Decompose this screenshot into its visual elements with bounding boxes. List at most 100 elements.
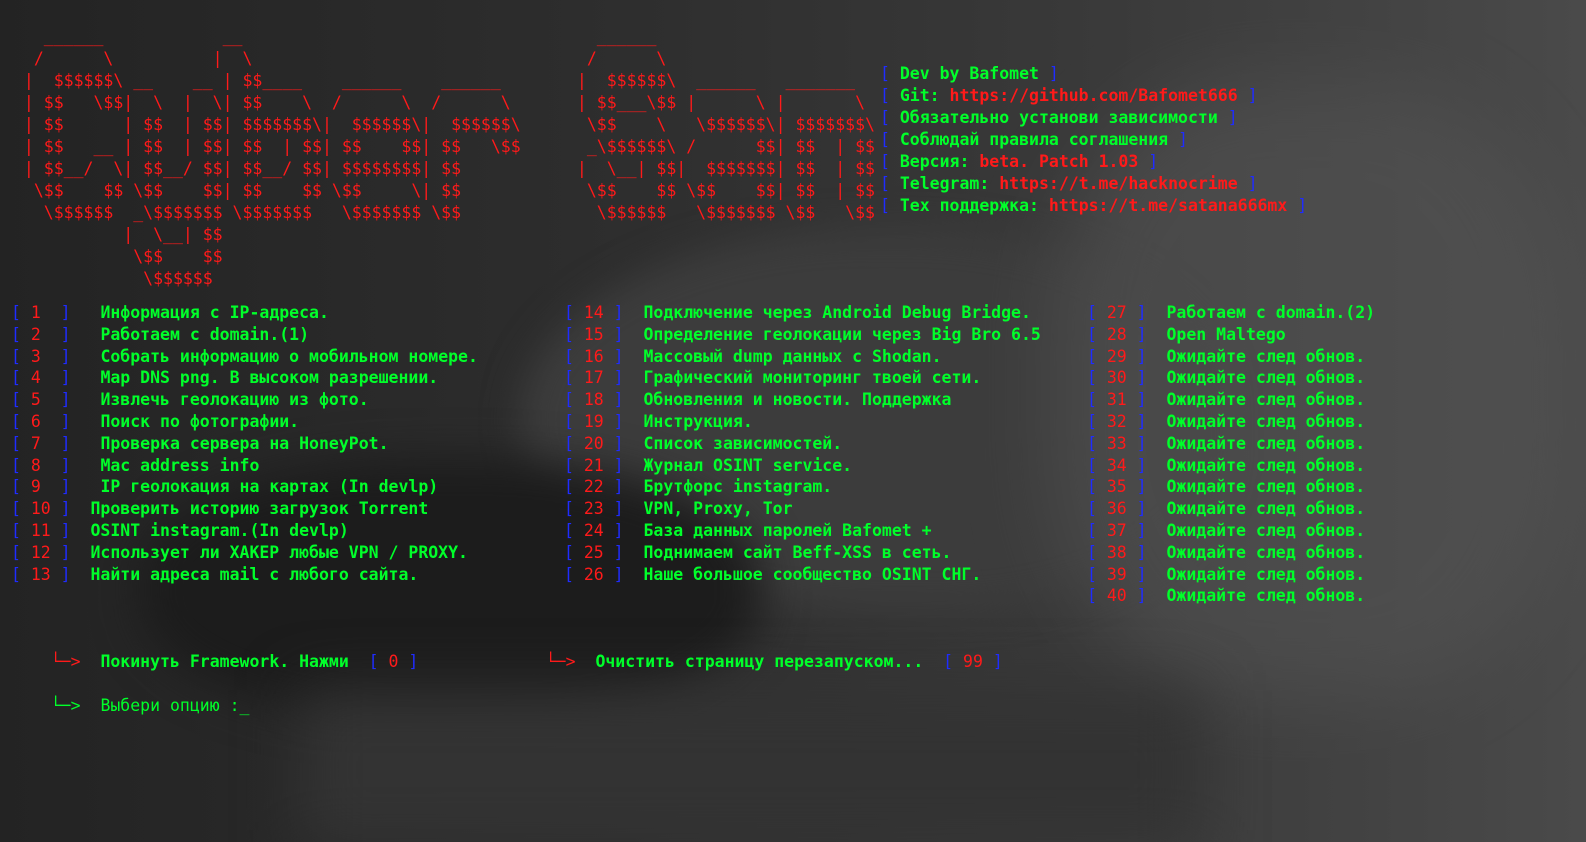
menu-option-1[interactable]: [ 1 ] Информация с IP-адреса. — [11, 302, 478, 324]
menu-option-label: Инструкция. — [643, 411, 753, 431]
menu-option-label: Ожидайте след обнов. — [1166, 368, 1366, 388]
menu-option-5[interactable]: [ 5 ] Извлечь геолокацию из фото. — [11, 389, 478, 411]
menu-option-label: Информация с IP-адреса. — [100, 303, 329, 322]
menu-option-label: OSINT instagram.(In devlp) — [90, 520, 349, 540]
info-support: [ Тех поддержка: https://t.me/satana666m… — [880, 196, 1308, 215]
info-telegram: [ Telegram: https://t.me/hacknocrime ] — [880, 174, 1258, 193]
menu-option-number: 32 — [1106, 411, 1127, 431]
menu-option-30[interactable]: [ 30 ] Ожидайте след обнов. — [1087, 367, 1375, 389]
menu-option-label: Извлечь геолокацию из фото. — [100, 390, 369, 410]
menu-option-number: 4 — [30, 368, 41, 388]
menu-option-label: Обновления и новости. Поддержка — [643, 390, 952, 410]
menu-option-label: Ожидайте след обнов. — [1166, 477, 1366, 497]
menu-option-12[interactable]: [ 12 ] Использует ли ХАКЕР любые VPN / P… — [11, 542, 478, 564]
menu-option-4[interactable]: [ 4 ] Map DNS png. В высоком разрешении. — [11, 367, 478, 389]
menu-option-number: 21 — [583, 455, 604, 475]
menu-option-39[interactable]: [ 39 ] Ожидайте след обнов. — [1087, 564, 1375, 586]
menu-option-36[interactable]: [ 36 ] Ожидайте след обнов. — [1087, 498, 1375, 520]
menu-option-number: 38 — [1106, 542, 1127, 562]
ascii-logo-left: ______ __ / \ | \ | $$$$$$\ __ __ | $$__… — [23, 27, 521, 288]
menu-option-2[interactable]: [ 2 ] Работаем с domain.(1) — [11, 324, 478, 346]
menu-option-19[interactable]: [ 19 ] Инструкция. — [564, 411, 1041, 433]
menu-option-number: 15 — [583, 324, 604, 344]
menu-option-26[interactable]: [ 26 ] Наше большое сообщество OSINT СНГ… — [564, 564, 1041, 586]
menu-option-label: Найти адреса mail с любого сайта. — [90, 564, 419, 584]
terminal-window: ______ __ / \ | \ | $$$$$$\ __ __ | $$__… — [0, 0, 1586, 842]
menu-option-34[interactable]: [ 34 ] Ожидайте след обнов. — [1087, 455, 1375, 477]
menu-option-label: Ожидайте след обнов. — [1166, 411, 1366, 431]
menu-option-number: 20 — [583, 433, 604, 453]
menu-option-number: 25 — [583, 542, 604, 562]
menu-option-number: 16 — [583, 346, 604, 366]
info-git: [ Git: https://github.com/Bafomet666 ] — [880, 86, 1258, 105]
menu-option-24[interactable]: [ 24 ] База данных паролей Bafomet + — [564, 520, 1041, 542]
menu-option-label: Ожидайте след обнов. — [1166, 586, 1366, 606]
menu-option-label: VPN, Proxy, Tor — [643, 499, 793, 519]
menu-column-3: [ 27 ] Работаем с domain.(2)[ 28 ] Open … — [1087, 302, 1375, 607]
menu-option-32[interactable]: [ 32 ] Ожидайте след обнов. — [1087, 411, 1375, 433]
info-deps: [ Обязательно установи зависимости ] — [880, 108, 1238, 127]
menu-option-number: 28 — [1106, 324, 1127, 344]
menu-option-number: 13 — [30, 564, 51, 584]
menu-option-22[interactable]: [ 22 ] Брутфорс instagram. — [564, 476, 1041, 498]
menu-option-21[interactable]: [ 21 ] Журнал OSINT service. — [564, 455, 1041, 477]
git-link[interactable]: https://github.com/Bafomet666 — [950, 86, 1238, 105]
clear-option-99[interactable]: 99 — [963, 652, 983, 671]
menu-option-number: 17 — [583, 368, 604, 388]
menu-option-15[interactable]: [ 15 ] Определение геолокации через Big … — [564, 324, 1041, 346]
input-prompt[interactable]: └─> Выбери опцию :_ — [11, 673, 250, 739]
menu-option-9[interactable]: [ 9 ] IP геолокация на картах (In devlp) — [11, 476, 478, 498]
info-rules: [ Соблюдай правила соглашения ] — [880, 130, 1188, 149]
menu-option-label: Наше большое сообщество OSINT СНГ. — [643, 564, 982, 584]
menu-option-number: 34 — [1106, 455, 1127, 475]
menu-option-7[interactable]: [ 7 ] Проверка сервера на HoneyPot. — [11, 433, 478, 455]
menu-option-label: Ожидайте след обнов. — [1166, 542, 1366, 562]
menu-option-label: Массовый dump данных с Shodan. — [643, 346, 942, 366]
text-cursor: _ — [239, 696, 250, 715]
menu-option-28[interactable]: [ 28 ] Open Maltego — [1087, 324, 1375, 346]
menu-option-label: Работаем с domain.(1) — [100, 324, 310, 344]
menu-option-label: Ожидайте след обнов. — [1166, 520, 1366, 540]
menu-option-number: 8 — [30, 455, 41, 475]
menu-option-13[interactable]: [ 13 ] Найти адреса mail с любого сайта. — [11, 564, 478, 586]
menu-option-16[interactable]: [ 16 ] Массовый dump данных с Shodan. — [564, 346, 1041, 368]
menu-option-18[interactable]: [ 18 ] Обновления и новости. Поддержка — [564, 389, 1041, 411]
menu-option-17[interactable]: [ 17 ] Графический мониторинг твоей сети… — [564, 367, 1041, 389]
menu-option-8[interactable]: [ 8 ] Mac address info — [11, 455, 478, 477]
ascii-logo-right: ______ / \ | $$$$$$\ ______ _______ | $$… — [576, 27, 875, 222]
menu-option-label: Брутфорс instagram. — [643, 477, 833, 497]
menu-option-14[interactable]: [ 14 ] Подключение через Android Debug B… — [564, 302, 1041, 324]
menu-option-label: Ожидайте след обнов. — [1166, 455, 1366, 475]
menu-option-6[interactable]: [ 6 ] Поиск по фотографии. — [11, 411, 478, 433]
menu-option-40[interactable]: [ 40 ] Ожидайте след обнов. — [1087, 585, 1375, 607]
menu-option-38[interactable]: [ 38 ] Ожидайте след обнов. — [1087, 542, 1375, 564]
menu-option-25[interactable]: [ 25 ] Поднимаем сайт Beff-XSS в сеть. — [564, 542, 1041, 564]
menu-option-label: Собрать информацию о мобильном номере. — [100, 346, 478, 366]
menu-option-label: IP геолокация на картах (In devlp) — [100, 477, 439, 497]
menu-option-33[interactable]: [ 33 ] Ожидайте след обнов. — [1087, 433, 1375, 455]
menu-option-31[interactable]: [ 31 ] Ожидайте след обнов. — [1087, 389, 1375, 411]
menu-option-35[interactable]: [ 35 ] Ожидайте след обнов. — [1087, 476, 1375, 498]
menu-option-label: Определение геолокации через Big Bro 6.5 — [643, 324, 1041, 344]
menu-option-number: 2 — [30, 324, 41, 344]
menu-option-29[interactable]: [ 29 ] Ожидайте след обнов. — [1087, 346, 1375, 368]
menu-option-label: База данных паролей Bafomet + — [643, 520, 932, 540]
menu-option-27[interactable]: [ 27 ] Работаем с domain.(2) — [1087, 302, 1375, 324]
telegram-link[interactable]: https://t.me/hacknocrime — [999, 174, 1237, 193]
menu-option-label: Ожидайте след обнов. — [1166, 346, 1366, 366]
menu-option-20[interactable]: [ 20 ] Список зависимостей. — [564, 433, 1041, 455]
menu-option-number: 35 — [1106, 477, 1127, 497]
menu-option-number: 26 — [583, 564, 604, 584]
menu-option-10[interactable]: [ 10 ] Проверить историю загрузок Torren… — [11, 498, 478, 520]
menu-option-number: 6 — [30, 411, 41, 431]
menu-option-37[interactable]: [ 37 ] Ожидайте след обнов. — [1087, 520, 1375, 542]
exit-option-0[interactable]: 0 — [389, 652, 399, 671]
menu-option-number: 7 — [30, 433, 41, 453]
menu-option-11[interactable]: [ 11 ] OSINT instagram.(In devlp) — [11, 520, 478, 542]
menu-option-3[interactable]: [ 3 ] Собрать информацию о мобильном ном… — [11, 346, 478, 368]
support-link[interactable]: https://t.me/satana666mx — [1049, 196, 1287, 215]
menu-option-23[interactable]: [ 23 ] VPN, Proxy, Tor — [564, 498, 1041, 520]
menu-option-number: 9 — [30, 477, 41, 497]
info-version: [ Версия: beta. Patch 1.03 ] — [880, 152, 1159, 171]
menu-option-label: Ожидайте след обнов. — [1166, 564, 1366, 584]
